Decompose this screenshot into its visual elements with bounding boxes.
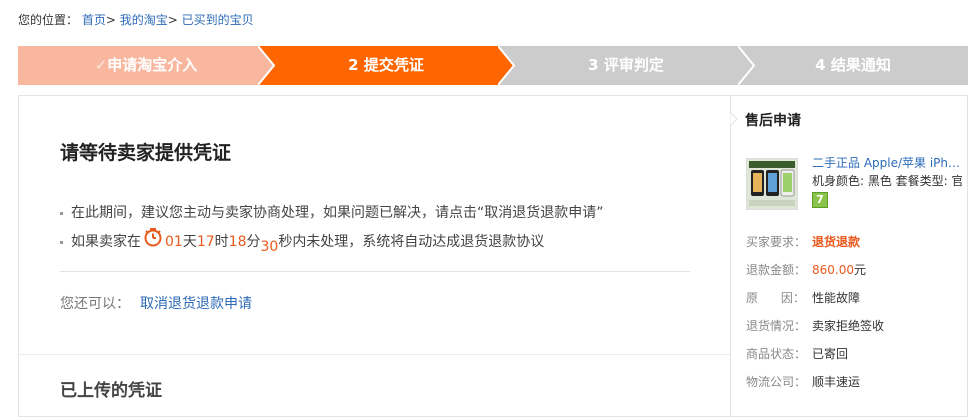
after-sale-panel: 售后申请 二手正品 Apple/苹果 iPhone 机身颜色: 黑色 套餐类型:… (730, 95, 968, 417)
breadcrumb-mytaobao-link[interactable]: 我的淘宝 (120, 13, 168, 27)
step-result: 4 结果通知 (738, 46, 968, 85)
field-goods-status: 商品状态： 已寄回 (746, 347, 849, 361)
countdown-unit: 天 (182, 234, 197, 250)
product-attributes: 机身颜色: 黑色 套餐类型: 官方标配 (812, 174, 962, 188)
bullet-icon (60, 211, 63, 215)
product-title-link[interactable]: 二手正品 Apple/苹果 iPhone (812, 154, 962, 172)
field-refund-amount: 退款金额： 860.00元 (746, 263, 867, 277)
also-actions: 您还可以： 取消退货退款申请 (60, 293, 252, 313)
step-label: 申请淘宝介入 (107, 56, 198, 74)
countdown-unit: 秒 (278, 234, 293, 250)
tip-text: 如果卖家在 (71, 234, 141, 250)
field-buyer-request: 买家要求： 退货退款 (746, 235, 861, 249)
main-panel: 请等待卖家提供凭证 在此期间，建议您主动与卖家协商处理，如果问题已解决，请点击“… (18, 95, 731, 417)
tip-item: 如果卖家在 01天17时18分30秒内未处理，系统将自动达成退货退款协议 (60, 227, 604, 257)
check-icon: ✓ (94, 56, 108, 74)
tips-list: 在此期间，建议您主动与卖家协商处理，如果问题已解决，请点击“取消退货退款申请” … (60, 199, 604, 257)
tip-text: 在此期间，建议您主动与卖家协商处理，如果问题已解决，请点击“取消退货退款申请” (71, 205, 604, 221)
step-apply-intervention: ✓申请淘宝介入 (18, 46, 274, 85)
countdown-unit: 时 (214, 234, 229, 250)
clock-icon (143, 227, 163, 257)
bullet-icon (60, 240, 63, 244)
breadcrumb-separator: > (105, 13, 116, 27)
field-logistics: 物流公司： 顺丰速运 (746, 375, 861, 389)
step-submit-evidence: 2 提交凭证 (258, 46, 514, 85)
also-label: 您还可以： (60, 296, 130, 312)
seven-day-return-badge: 7 (812, 192, 828, 208)
divider (60, 271, 690, 272)
cancel-refund-link[interactable]: 取消退货退款申请 (140, 296, 252, 312)
countdown-seconds: 30 (260, 239, 279, 255)
panel-title: 售后申请 (745, 113, 801, 129)
panel-pointer-icon (730, 112, 738, 126)
breadcrumb-prefix: 您的位置： (18, 13, 79, 27)
field-reason: 原 因： 性能故障 (746, 291, 861, 305)
page-title: 请等待卖家提供凭证 (60, 142, 232, 164)
countdown-days: 01 (165, 234, 183, 250)
tip-text: 内未处理，系统将自动达成退货退款协议 (292, 234, 545, 250)
countdown-minutes: 18 (228, 234, 247, 250)
breadcrumb-bought-link[interactable]: 已买到的宝贝 (182, 13, 254, 27)
countdown-hours: 17 (196, 234, 215, 250)
step-label: 2 提交凭证 (348, 56, 424, 74)
section-divider (19, 354, 731, 355)
step-label: 3 评审判定 (588, 56, 664, 74)
breadcrumb: 您的位置： 首页> 我的淘宝> 已买到的宝贝 (18, 11, 254, 28)
breadcrumb-separator: > (167, 13, 178, 27)
step-label: 4 结果通知 (815, 56, 891, 74)
field-return-status: 退货情况： 卖家拒绝签收 (746, 319, 885, 333)
countdown-unit: 分 (246, 234, 261, 250)
uploaded-evidence-title: 已上传的凭证 (60, 381, 162, 401)
breadcrumb-home-link[interactable]: 首页 (82, 13, 106, 27)
step-review: 3 评审判定 (498, 46, 754, 85)
product-thumbnail[interactable] (746, 158, 798, 210)
tip-item: 在此期间，建议您主动与卖家协商处理，如果问题已解决，请点击“取消退货退款申请” (60, 199, 604, 227)
product-info: 二手正品 Apple/苹果 iPhone 机身颜色: 黑色 套餐类型: 官方标配… (812, 154, 962, 208)
progress-steps: ✓申请淘宝介入 2 提交凭证 3 评审判定 4 结果通知 (18, 46, 968, 85)
